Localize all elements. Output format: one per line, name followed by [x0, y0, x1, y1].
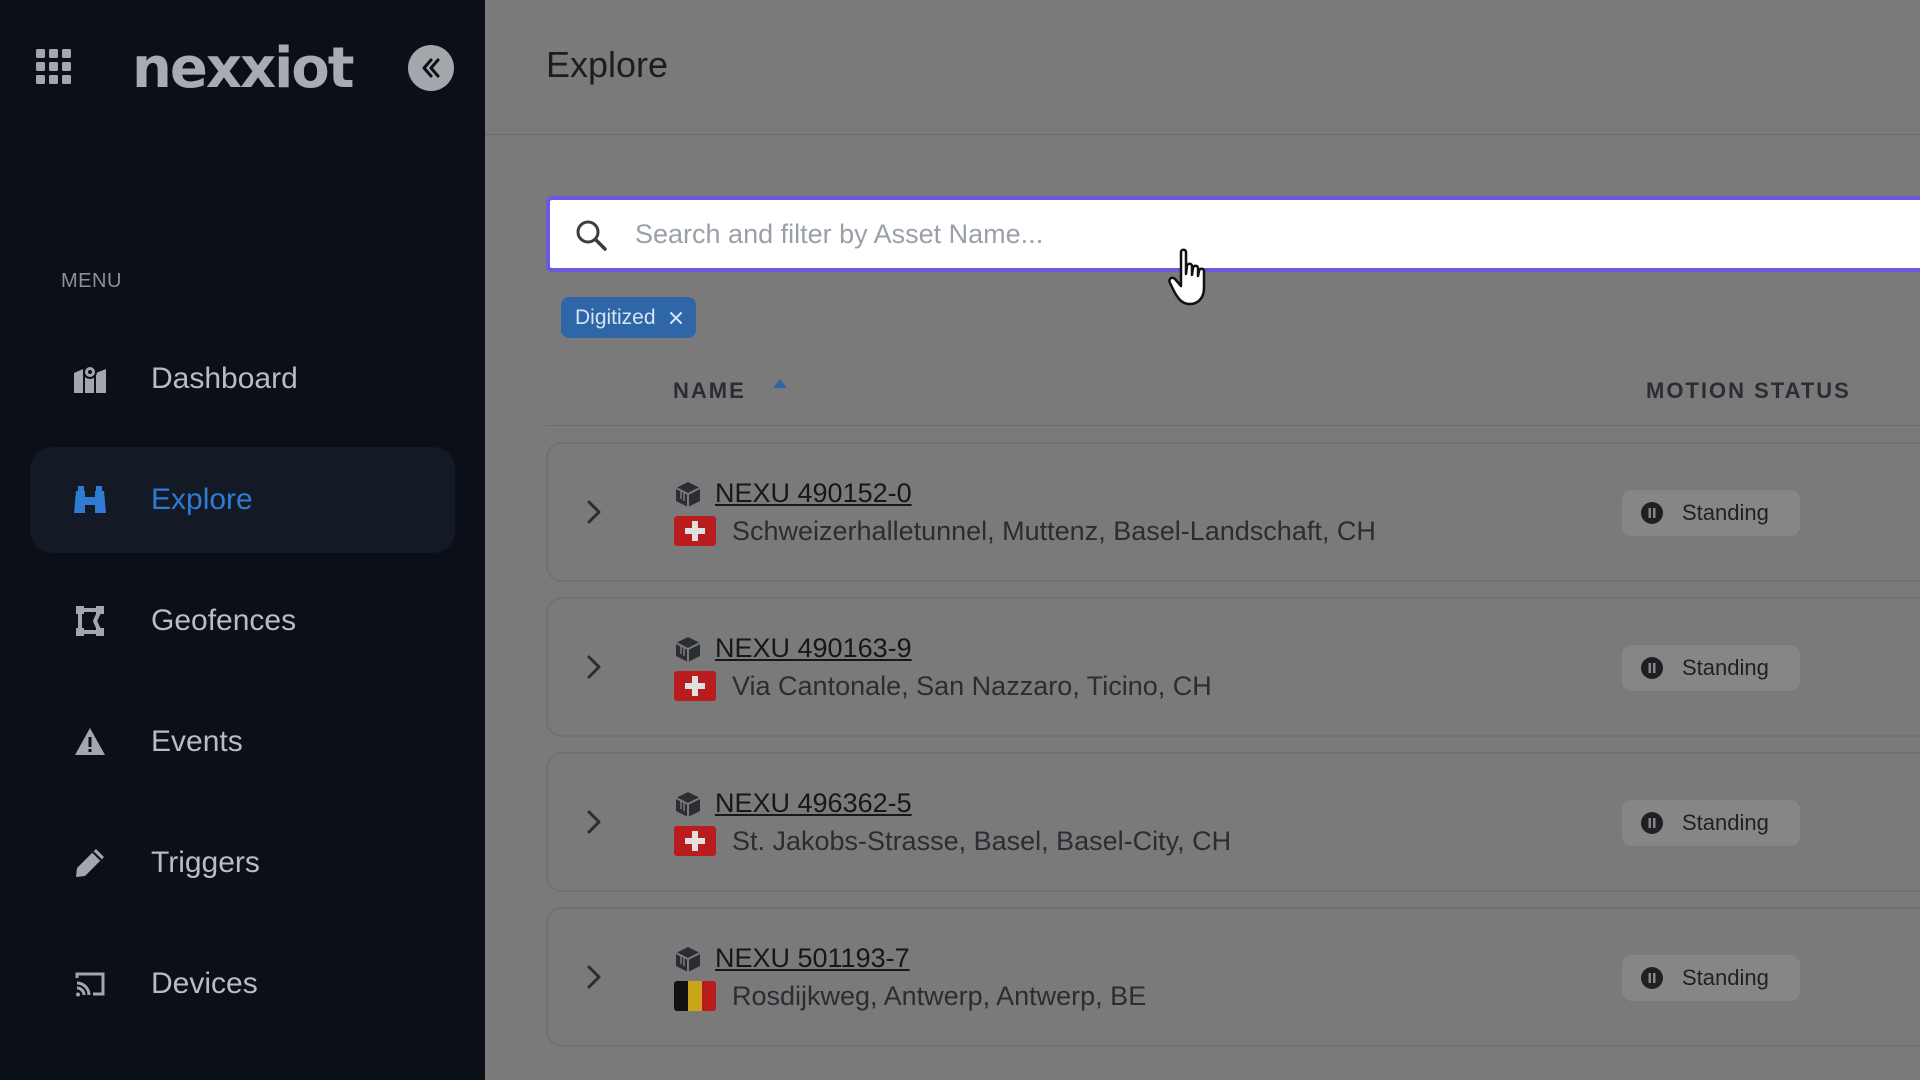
chevron-right-icon[interactable]	[582, 497, 606, 527]
chevron-right-icon[interactable]	[582, 807, 606, 837]
sidebar-item-label: Geofences	[151, 604, 297, 637]
pause-circle-icon	[1641, 967, 1663, 989]
logo: nexxiot	[132, 36, 355, 101]
menu-section-label: MENU	[61, 270, 122, 292]
asset-location: Rosdijkweg, Antwerp, Antwerp, BE	[732, 981, 1147, 1011]
asset-name-link[interactable]: NEXU 490152-0	[715, 478, 912, 509]
chevron-right-icon[interactable]	[582, 962, 606, 992]
table-header: NAME MOTION STATUS	[546, 360, 1920, 426]
sidebar-item-events[interactable]: Events	[30, 689, 455, 795]
filter-chip-label: Digitized	[575, 305, 656, 329]
asset-name-link[interactable]: NEXU 490163-9	[715, 633, 912, 664]
asset-name-link[interactable]: NEXU 496362-5	[715, 788, 912, 819]
status-label: Standing	[1682, 810, 1769, 835]
sidebar-item-dashboard[interactable]: Dashboard	[30, 326, 455, 432]
sidebar-item-devices[interactable]: Devices	[30, 931, 455, 1037]
asset-location: St. Jakobs-Strasse, Basel, Basel-City, C…	[732, 826, 1232, 856]
status-label: Standing	[1682, 965, 1769, 990]
pencil-icon	[72, 845, 108, 881]
sidebar-item-triggers[interactable]: Triggers	[30, 810, 455, 916]
table-row[interactable]: NEXU 496362-5 St. Jakobs-Strasse, Basel,…	[546, 752, 1920, 892]
hand-pointer-cursor-icon	[1168, 248, 1206, 306]
column-header-motion-status[interactable]: MOTION STATUS	[1646, 378, 1851, 404]
collapse-sidebar-button[interactable]	[408, 45, 454, 91]
status-badge: Standing	[1622, 490, 1800, 536]
binoculars-icon	[72, 482, 108, 518]
table-row[interactable]: NEXU 490163-9 Via Cantonale, San Nazzaro…	[546, 597, 1920, 737]
pause-circle-icon	[1641, 502, 1663, 524]
double-chevron-left-icon	[422, 58, 440, 78]
apps-grid-icon[interactable]	[36, 49, 72, 85]
page-title: Explore	[546, 44, 669, 85]
geofence-icon	[72, 603, 108, 639]
search-icon	[576, 220, 607, 251]
sort-ascending-icon[interactable]	[772, 378, 788, 390]
page-header: Explore	[485, 0, 1920, 135]
map-icon	[72, 361, 108, 397]
container-box-icon	[675, 637, 701, 662]
container-box-icon	[675, 947, 701, 972]
asset-name-link[interactable]: NEXU 501193-7	[715, 943, 910, 974]
swiss-flag-icon	[674, 826, 716, 856]
table-row[interactable]: NEXU 501193-7 Rosdijkweg, Antwerp, Antwe…	[546, 907, 1920, 1047]
swiss-flag-icon	[674, 671, 716, 701]
close-icon[interactable]	[668, 310, 684, 326]
pause-circle-icon	[1641, 657, 1663, 679]
column-header-name[interactable]: NAME	[673, 378, 746, 404]
table-row[interactable]: NEXU 490152-0 Schweizerhalletunnel, Mutt…	[546, 442, 1920, 582]
status-badge: Standing	[1622, 800, 1800, 846]
sidebar-header: nexxiot	[0, 36, 485, 101]
belgian-flag-icon	[674, 981, 716, 1011]
chevron-right-icon[interactable]	[582, 652, 606, 682]
container-box-icon	[675, 792, 701, 817]
sidebar-item-label: Dashboard	[151, 362, 298, 395]
container-box-icon	[675, 482, 701, 507]
sidebar: nexxiot MENU Dashboard Explore Geofences	[0, 0, 485, 1080]
sidebar-item-label: Explore	[151, 483, 253, 516]
sidebar-item-geofences[interactable]: Geofences	[30, 568, 455, 674]
status-badge: Standing	[1622, 955, 1800, 1001]
status-label: Standing	[1682, 500, 1769, 525]
filter-chip-digitized[interactable]: Digitized	[561, 297, 696, 338]
pause-circle-icon	[1641, 812, 1663, 834]
sidebar-item-label: Triggers	[151, 846, 260, 879]
asset-location: Schweizerhalletunnel, Muttenz, Basel-Lan…	[732, 516, 1376, 546]
sidebar-item-explore[interactable]: Explore	[30, 447, 455, 553]
search-bar	[546, 196, 1920, 272]
status-badge: Standing	[1622, 645, 1800, 691]
sidebar-item-label: Events	[151, 725, 243, 758]
main-content: Explore Digitized NAME MOTION STATUS NEX…	[485, 0, 1920, 1080]
cast-icon	[72, 966, 108, 1002]
asset-location: Via Cantonale, San Nazzaro, Ticino, CH	[732, 671, 1212, 701]
sidebar-item-label: Devices	[151, 967, 258, 1000]
swiss-flag-icon	[674, 516, 716, 546]
search-input[interactable]	[635, 212, 1835, 256]
warning-icon	[72, 724, 108, 760]
status-label: Standing	[1682, 655, 1769, 680]
